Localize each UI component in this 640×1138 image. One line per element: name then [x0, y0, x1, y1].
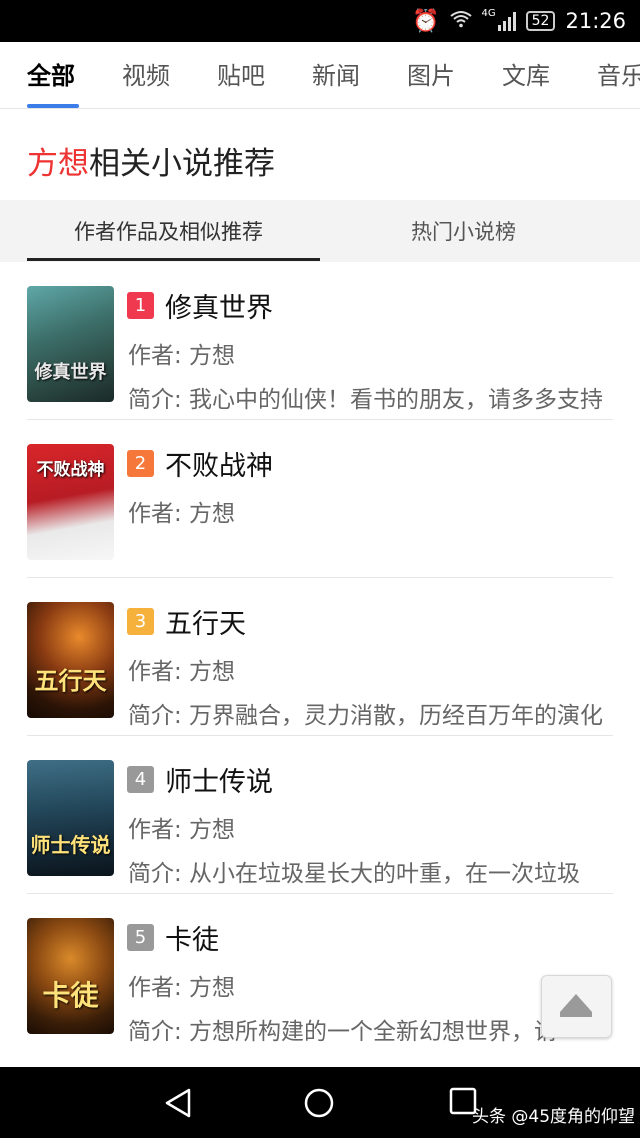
book-title: 卡徒	[165, 925, 219, 956]
tab-hot-novels[interactable]: 热门小说榜	[411, 216, 516, 246]
book-author: 作者: 方想	[128, 975, 236, 1001]
tab-tieba[interactable]: 贴吧	[217, 56, 265, 91]
back-icon[interactable]	[163, 1087, 193, 1119]
active-tab-indicator	[27, 104, 79, 108]
book-author: 作者: 方想	[128, 659, 236, 685]
home-icon[interactable]	[303, 1087, 335, 1119]
rank-badge: 2	[127, 450, 154, 477]
cover-title: 不败战神	[36, 460, 105, 480]
book-cover-image: 修真世界	[27, 286, 114, 402]
section-title: 方想相关小说推荐	[27, 138, 275, 183]
cover-title: 修真世界	[34, 362, 107, 383]
book-cover-image: 师士传说	[27, 760, 114, 876]
book-cover-image: 五行天	[27, 602, 114, 718]
tab-music[interactable]: 音乐	[597, 56, 640, 91]
cover-title: 师士传说	[30, 833, 111, 857]
back-to-top-button[interactable]	[541, 975, 612, 1038]
book-item[interactable]: 五行天 3 五行天 作者: 方想 简介: 万界融合，灵力消散，历经百万年的演化	[0, 578, 640, 736]
arrow-up-icon	[560, 994, 592, 1012]
network-type-label: 4G	[481, 7, 496, 19]
tab-images[interactable]: 图片	[407, 56, 455, 91]
book-description: 简介: 我心中的仙侠！看书的朋友，请多多支持	[128, 387, 604, 413]
book-author: 作者: 方想	[128, 501, 236, 527]
tab-author-works[interactable]: 作者作品及相似推荐	[74, 216, 263, 246]
search-category-tabs: 全部 视频 贴吧 新闻 图片 文库 音乐	[0, 42, 640, 109]
book-author: 作者: 方想	[128, 343, 236, 369]
book-description: 简介: 方想所构建的一个全新幻想世界，请	[128, 1019, 558, 1045]
book-title: 修真世界	[165, 293, 273, 324]
rank-badge: 3	[127, 608, 154, 635]
book-title: 五行天	[165, 609, 246, 640]
subtab-indicator	[27, 258, 320, 261]
book-cover-image: 不败战神	[27, 444, 114, 560]
rank-badge: 1	[127, 292, 154, 319]
tab-all[interactable]: 全部	[27, 56, 75, 91]
book-item[interactable]: 不败战神 2 不败战神 作者: 方想	[0, 420, 640, 578]
book-item[interactable]: 修真世界 1 修真世界 作者: 方想 简介: 我心中的仙侠！看书的朋友，请多多支…	[0, 262, 640, 420]
status-bar: ⏰ 4G 52 21:26	[0, 0, 640, 42]
book-author: 作者: 方想	[128, 817, 236, 843]
book-cover-image: 卡徒	[27, 918, 114, 1034]
book-title: 不败战神	[165, 451, 273, 482]
status-time: 21:26	[565, 9, 626, 33]
cover-title: 卡徒	[42, 979, 99, 1012]
book-description: 简介: 万界融合，灵力消散，历经百万年的演化	[128, 703, 604, 729]
rank-badge: 5	[127, 924, 154, 951]
rank-badge: 4	[127, 766, 154, 793]
cell-signal-icon	[497, 11, 516, 31]
watermark-text: 头条 @45度角的仰望	[472, 1107, 636, 1127]
book-item[interactable]: 师士传说 4 师士传说 作者: 方想 简介: 从小在垃圾星长大的叶重，在一次垃圾	[0, 736, 640, 894]
arrow-base	[560, 1012, 592, 1017]
battery-indicator: 52	[525, 11, 556, 31]
wifi-icon	[449, 9, 472, 34]
tab-wenku[interactable]: 文库	[502, 56, 550, 91]
alarm-icon: ⏰	[412, 8, 440, 34]
tab-news[interactable]: 新闻	[312, 56, 360, 91]
book-title: 师士传说	[165, 767, 273, 798]
cover-title: 五行天	[34, 667, 107, 695]
tab-video[interactable]: 视频	[122, 56, 170, 91]
author-name-highlight: 方想	[27, 146, 89, 182]
book-description: 简介: 从小在垃圾星长大的叶重，在一次垃圾	[128, 861, 581, 887]
section-title-text: 相关小说推荐	[89, 146, 275, 182]
novel-subtabs: 作者作品及相似推荐 热门小说榜	[0, 200, 640, 262]
